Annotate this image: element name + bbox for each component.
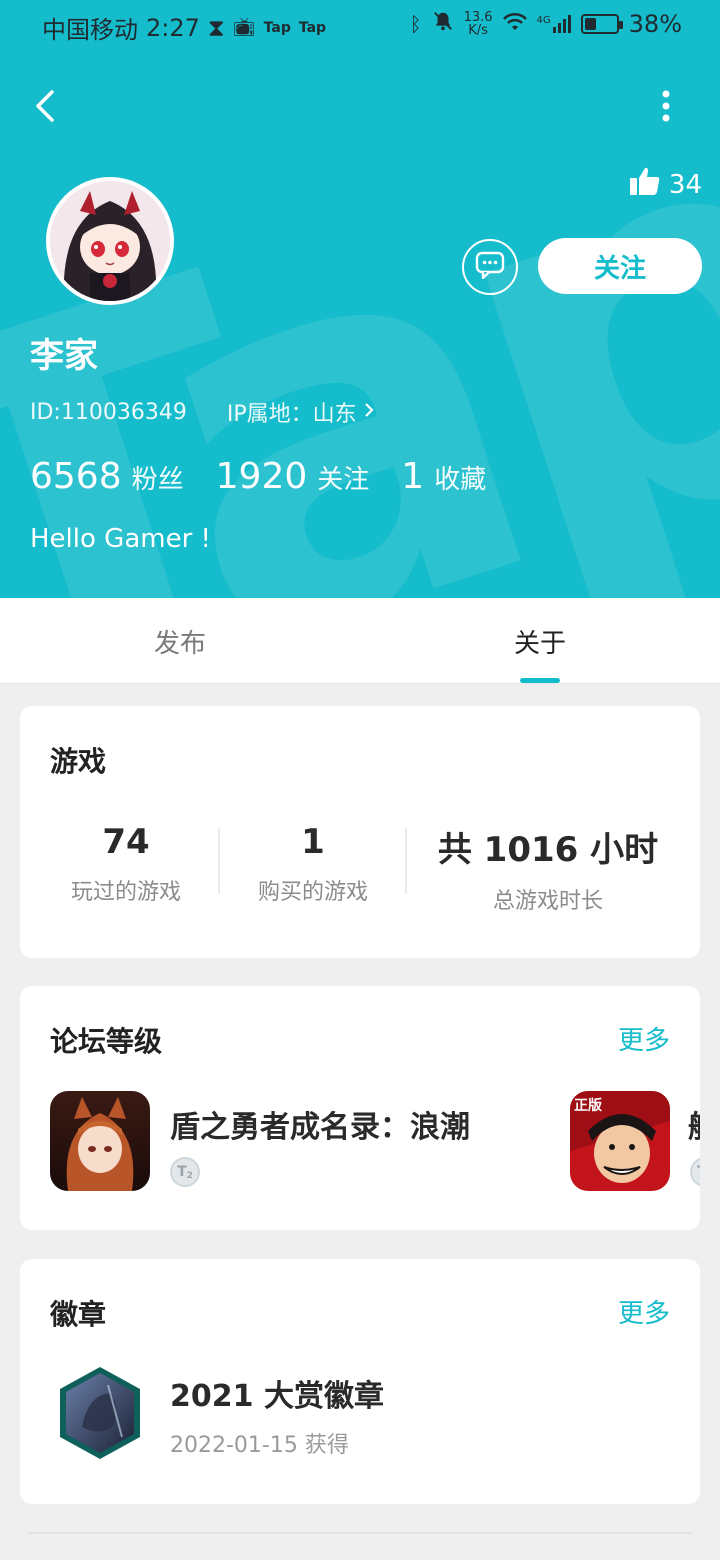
forum-level-card: 论坛等级 更多 盾之勇者成名录：浪潮 T2 正版 航 xyxy=(20,986,700,1230)
profile-stats: 6568 粉丝 1920 关注 1 收藏 xyxy=(30,456,518,497)
carrier-label: 中国移动 xyxy=(42,16,138,44)
cell-signal-icon: 4G xyxy=(537,15,571,33)
purchased-games-stat[interactable]: 1 购买的游戏 xyxy=(213,822,413,906)
forum-more-link[interactable]: 更多 xyxy=(618,1020,670,1057)
followers-count[interactable]: 6568 xyxy=(30,456,122,497)
chevron-right-icon xyxy=(363,400,375,425)
followers-label[interactable]: 粉丝 xyxy=(132,459,184,496)
games-card: 游戏 74 玩过的游戏 1 购买的游戏 共 1016 小时 总游戏时长 xyxy=(20,706,700,958)
battery-icon xyxy=(580,14,623,34)
forum-card-title: 论坛等级 xyxy=(50,1025,163,1058)
id-line: ID:110036349 IP属地：山东 xyxy=(30,396,375,428)
favorites-label[interactable]: 收藏 xyxy=(434,459,486,496)
wifi-icon xyxy=(502,10,527,38)
user-id: ID:110036349 xyxy=(30,399,187,425)
follow-button[interactable]: 关注 xyxy=(538,238,702,294)
total-playtime-stat[interactable]: 共 1016 小时 总游戏时长 xyxy=(418,822,678,915)
tab-about[interactable]: 关于 xyxy=(360,598,720,684)
avatar[interactable] xyxy=(46,177,174,305)
badge-card-title: 徽章 xyxy=(50,1298,107,1331)
more-options-button[interactable] xyxy=(650,86,682,126)
bluetooth-icon: ᛒ xyxy=(409,12,422,36)
clock: 2:27 xyxy=(146,13,200,42)
like-counter[interactable]: 34 xyxy=(629,166,702,203)
like-count: 34 xyxy=(668,169,702,200)
badge-card: 徽章 更多 2021 大赏徽章 2022-01-15 获得 xyxy=(20,1259,700,1504)
following-count[interactable]: 1920 xyxy=(216,456,308,497)
username: 李家 xyxy=(30,336,98,376)
forum-level-badge: T2 xyxy=(170,1157,200,1187)
official-tag: 正版 xyxy=(574,1098,602,1114)
chat-bubble-icon xyxy=(475,251,505,283)
badge-2021-icon[interactable] xyxy=(58,1365,142,1461)
tv-icon: 📺︎ xyxy=(232,17,256,38)
back-button[interactable] xyxy=(28,84,68,128)
status-bar: 中国移动 2:27 ⧗ 📺︎ Tap Tap ᛒ 13.6 K/s 4G 38% xyxy=(0,0,720,52)
game-icon-one-piece[interactable]: 正版 xyxy=(570,1091,670,1191)
badge-date: 2022-01-15 获得 xyxy=(170,1433,349,1458)
divider xyxy=(405,828,407,894)
battery-percent: 38% xyxy=(628,10,682,38)
mute-bell-icon xyxy=(432,10,454,38)
badge-more-link[interactable]: 更多 xyxy=(618,1293,670,1330)
following-label[interactable]: 关注 xyxy=(317,459,369,496)
game-icon-shield-hero[interactable] xyxy=(50,1091,150,1191)
tab-posts[interactable]: 发布 xyxy=(0,598,360,684)
thumbs-up-icon xyxy=(629,166,661,203)
taptap-notif-icon-2: Tap xyxy=(298,19,327,36)
user-bio: Hello Gamer ! xyxy=(30,524,211,554)
favorites-count[interactable]: 1 xyxy=(401,456,424,497)
played-games-stat[interactable]: 74 玩过的游戏 xyxy=(26,822,226,906)
profile-header: Tap Tap 中国移动 2:27 ⧗ 📺︎ Tap Tap ᛒ 13.6 K/s… xyxy=(0,0,720,598)
taptap-notif-icon: Tap xyxy=(263,19,291,36)
game-name-one-piece[interactable]: 航 xyxy=(688,1102,700,1146)
message-button[interactable] xyxy=(462,239,518,295)
games-card-title: 游戏 xyxy=(50,745,107,778)
active-tab-indicator xyxy=(520,678,560,683)
forum-level-badge: T2 xyxy=(690,1157,700,1187)
badge-name[interactable]: 2021 大赏徽章 xyxy=(170,1371,384,1415)
game-name-shield-hero[interactable]: 盾之勇者成名录：浪潮 xyxy=(170,1102,470,1146)
next-card-edge xyxy=(28,1532,692,1534)
ip-location-link[interactable]: IP属地：山东 xyxy=(227,396,375,428)
network-speed: 13.6 K/s xyxy=(463,10,493,38)
hourglass-icon: ⧗ xyxy=(207,13,225,42)
profile-tabs: 发布 关于 xyxy=(0,598,720,684)
